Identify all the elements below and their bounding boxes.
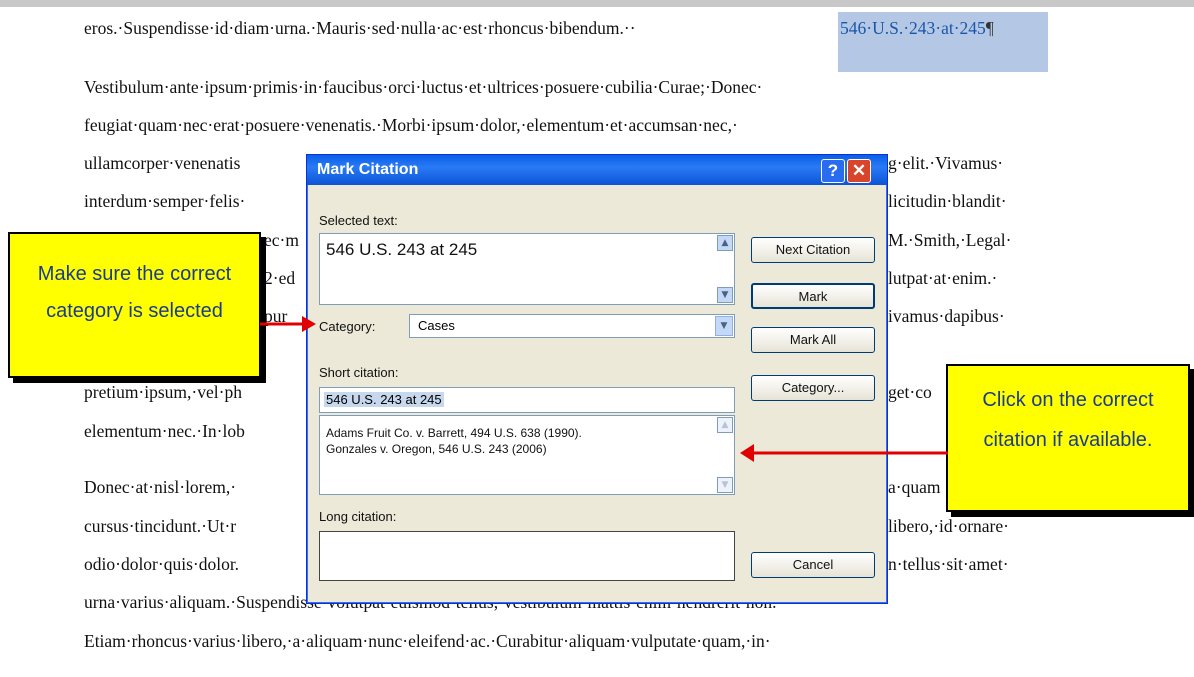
doc-line-11-left: Donec·at·nisl·lorem,· [84,477,237,497]
short-citation-label: Short citation: [319,365,399,380]
short-citation-input[interactable]: 546 U.S. 243 at 245 [319,387,735,413]
doc-line-2: Vestibulum·ante·ipsum·primis·in·faucibus… [84,77,763,97]
citation-list[interactable]: Adams Fruit Co. v. Barrett, 494 U.S. 638… [319,415,735,495]
long-citation-field[interactable] [319,531,735,581]
mark-citation-dialog: Mark Citation ? ✕ Selected text: 546 U.S… [306,154,888,604]
cancel-button[interactable]: Cancel [751,552,875,578]
selected-citation-text[interactable]: 546·U.S.·243·at·245¶ [840,18,994,39]
doc-line-12-left: cursus·tincidunt.·Ut·r [84,516,237,536]
doc-line-7-left: 2·ed [264,268,296,288]
doc-line-13-right: n·tellus·sit·amet· [888,554,1009,574]
doc-line-4-left: ullamcorper·venenatis [84,153,241,173]
arrow-left-icon [740,444,948,462]
doc-line-8-right: ivamus·dapibus· [888,306,1005,326]
short-citation-value: 546 U.S. 243 at 245 [324,392,444,407]
category-select[interactable]: Cases ▼ [409,314,735,338]
dialog-title: Mark Citation [317,161,419,178]
doc-line-3: feugiat·quam·nec·erat·posuere·venenatis.… [84,115,738,135]
category-callout-text: Make sure the correct category is select… [37,263,232,322]
doc-line-5-left: interdum·semper·felis· [84,191,246,211]
next-citation-button[interactable]: Next Citation [751,237,875,263]
category-callout: Make sure the correct category is select… [8,232,261,378]
doc-line-12-right: libero,·id·ornare· [888,516,1009,536]
doc-line-13-left: odio·dolor·quis·dolor. [84,554,240,574]
category-value: Cases [418,318,455,333]
selected-text-field[interactable]: 546 U.S. 243 at 245 ▲ ▼ [319,233,735,305]
doc-line-11-right: a·quam [888,477,941,497]
close-icon[interactable]: ✕ [847,159,871,183]
selected-text-value: 546 U.S. 243 at 245 [326,240,478,259]
scroll-up-icon[interactable]: ▲ [717,417,733,433]
mark-all-button[interactable]: Mark All [751,327,875,353]
doc-line-1: eros.·Suspendisse·id·diam·urna.·Mauris·s… [84,18,636,38]
chevron-down-icon[interactable]: ▼ [715,316,733,336]
scroll-down-icon[interactable]: ▼ [717,287,733,303]
citation-callout-text: Click on the correct citation if availab… [982,389,1154,451]
doc-line-4-right: g·elit.·Vivamus· [888,153,1004,173]
help-icon[interactable]: ? [821,159,845,183]
doc-line-9-right: get·co [888,382,932,402]
category-button[interactable]: Category... [751,375,875,401]
pilcrow-mark: ¶ [985,18,994,38]
doc-line-7-right: lutpat·at·enim.· [888,268,998,288]
category-label: Category: [319,319,376,334]
doc-line-9-left: pretium·ipsum,·vel·ph [84,382,242,402]
citation-callout: Click on the correct citation if availab… [946,364,1190,512]
doc-line-6-right: M.·Smith,·Legal· [888,230,1012,250]
selected-text-label: Selected text: [319,213,398,228]
doc-line-15: Etiam·rhoncus·varius·libero,·a·aliquam·n… [84,631,771,651]
arrow-right-icon [260,316,316,332]
doc-line-5-right: licitudin·blandit· [888,191,1007,211]
long-citation-label: Long citation: [319,509,397,524]
doc-line-6-left: ec·m [264,230,299,250]
doc-line-10-left: elementum·nec.·In·lob [84,421,245,441]
list-item[interactable]: Gonzales v. Oregon, 546 U.S. 243 (2006) [326,442,547,456]
dialog-title-bar[interactable]: Mark Citation ? ✕ [307,155,887,185]
scroll-up-icon[interactable]: ▲ [717,235,733,251]
list-item[interactable]: Adams Fruit Co. v. Barrett, 494 U.S. 638… [326,426,582,440]
scroll-down-icon[interactable]: ▼ [717,477,733,493]
mark-button[interactable]: Mark [751,283,875,309]
